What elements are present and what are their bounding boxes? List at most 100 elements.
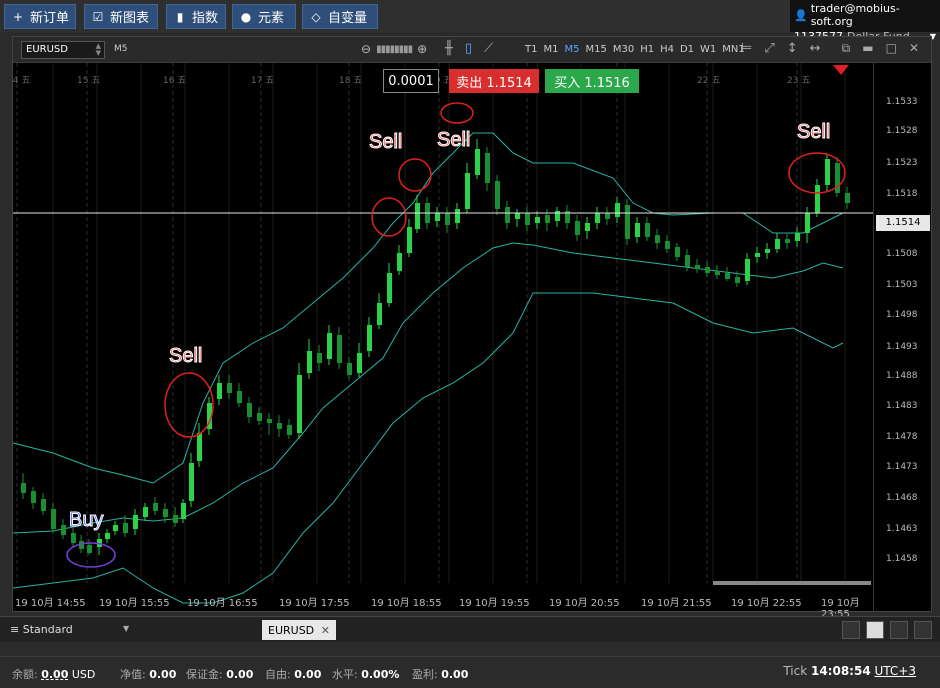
candle-body [347, 363, 352, 375]
trendline-icon[interactable]: ⤢ [764, 41, 774, 56]
price-tick: 1.1518 [886, 189, 918, 199]
spread-field[interactable]: 0.0001 [383, 69, 439, 93]
horizontal-scrollbar[interactable] [713, 581, 871, 585]
candle-body [397, 253, 402, 271]
buy-annotation: Buy [68, 509, 104, 532]
tf-d1[interactable]: D1 [680, 44, 694, 55]
candle-type-icon[interactable]: ▯ [465, 41, 472, 56]
user-icon: 👤 [794, 8, 808, 22]
candle-body [367, 325, 372, 351]
candle-body [795, 233, 800, 241]
new-chart-button[interactable]: ☑ 新图表 [84, 4, 158, 29]
profit: 盈利: 0.00 [412, 668, 469, 681]
tf-m15[interactable]: M15 [585, 44, 606, 55]
candle-body [605, 213, 610, 219]
rows-layout-icon[interactable] [914, 621, 932, 639]
tf-w1[interactable]: W1 [700, 44, 716, 55]
candle-body [785, 239, 790, 243]
line-type-icon[interactable]: ⟋ [484, 41, 493, 56]
tf-m30[interactable]: M30 [613, 44, 634, 55]
bar-chart-icon: ▮ [176, 9, 184, 24]
minimize-icon[interactable]: ▬ [862, 41, 873, 56]
date-tick: 14 五 [13, 76, 30, 86]
elements-button[interactable]: ● 元素 [232, 4, 296, 29]
maximize-icon[interactable]: □ [886, 41, 897, 56]
time-tick: 19 10月 19:55 [459, 598, 530, 609]
zoom-in-icon[interactable]: ⊕ [417, 42, 427, 56]
candle-body [113, 525, 118, 531]
candle-body [765, 249, 770, 253]
candle-body [535, 217, 540, 223]
time-tick: 19 10月 18:55 [371, 598, 442, 609]
candle-body [715, 271, 720, 275]
bar-type-icon[interactable]: ╫ [445, 41, 453, 56]
price-tick: 1.1468 [886, 493, 918, 503]
candle-body [123, 523, 128, 533]
price-tick: 1.1483 [886, 401, 918, 411]
buy-button[interactable]: 买入 1.1516 [545, 69, 639, 93]
spinner-icon[interactable]: ▲ ▼ [96, 43, 101, 57]
candle-body [387, 273, 392, 303]
current-price-label: 1.1514 [876, 215, 930, 231]
new-order-button[interactable]: + 新订单 [4, 4, 76, 29]
candle-body [61, 525, 66, 535]
candle-body [545, 215, 550, 223]
margin-level: 水平: 0.00% [332, 668, 400, 681]
layout-name: Standard [22, 623, 73, 636]
candle-body [71, 533, 76, 543]
candle-body [327, 333, 332, 359]
sell-circle [398, 158, 432, 192]
zoom-out-icon[interactable]: ⊖ [361, 42, 371, 56]
candle-body [755, 253, 760, 257]
tf-h1[interactable]: H1 [640, 44, 654, 55]
timeframe-tabs: T1 M1 M5 M15 M30 H1 H4 D1 W1 MN1 [525, 44, 745, 55]
symbol-select[interactable]: EURUSD ▲ ▼ [21, 41, 105, 59]
candle-body [415, 203, 420, 229]
grid-layout-icon[interactable] [866, 621, 884, 639]
tf-h4[interactable]: H4 [660, 44, 674, 55]
time-tick: 19 10月 15:55 [99, 598, 170, 609]
candle-body [515, 213, 520, 219]
variables-button[interactable]: ◇ 自变量 [302, 4, 378, 29]
timezone-select[interactable]: UTC+3 [875, 664, 916, 678]
zoom-slider[interactable]: ▮▮▮▮▮▮▮▮ [376, 44, 413, 55]
margin: 保证金: 0.00 [186, 668, 254, 681]
time-tick: 19 10月 16:55 [187, 598, 258, 609]
price-tick: 1.1503 [886, 280, 918, 290]
horizontal-line-icon[interactable]: ↔ [810, 41, 821, 56]
chart-type-tools: ╫ ▯ ⟋ [445, 41, 493, 56]
candle-body [475, 149, 480, 175]
sell-button[interactable]: 卖出 1.1514 [449, 69, 539, 93]
time-tick: 19 10月 14:55 [15, 598, 86, 609]
chevron-down-icon[interactable]: ▼ [123, 624, 129, 633]
candle-body [575, 221, 580, 235]
detach-icon[interactable]: ⧉ [842, 41, 851, 56]
balance: 余额: 0.00 USD [12, 668, 96, 681]
close-icon[interactable]: ✕ [909, 41, 919, 56]
tf-t1[interactable]: T1 [525, 44, 537, 55]
symbol-tab[interactable]: EURUSD ✕ [262, 620, 336, 640]
server-clock: Tick 14:08:54 UTC+3 [783, 664, 916, 678]
layout-select-icon[interactable]: ≡ Standard [10, 623, 73, 636]
time-tick: 19 10月 20:55 [549, 598, 620, 609]
candle-body [257, 413, 262, 421]
free-margin: 自由: 0.00 [265, 668, 322, 681]
candle-body [337, 335, 342, 363]
tf-m5[interactable]: M5 [564, 44, 579, 55]
price-tick: 1.1523 [886, 158, 918, 168]
tf-m1[interactable]: M1 [543, 44, 558, 55]
vertical-line-icon[interactable]: ↕ [787, 41, 798, 56]
main-toolbar: + 新订单 ☑ 新图表 ▮ 指数 ● 元素 ◇ 自变量 👤 trader@mobi… [0, 0, 940, 43]
account-panel[interactable]: 👤trader@mobius-soft.org 1137577Dollar Fu… [790, 0, 940, 43]
candle-body [41, 499, 46, 511]
candle-body [675, 247, 680, 257]
single-layout-icon[interactable] [842, 621, 860, 639]
close-tab-icon[interactable]: ✕ [321, 624, 330, 637]
indicators-button[interactable]: ▮ 指数 [166, 4, 226, 29]
candle-body [51, 509, 56, 529]
fibonacci-icon[interactable]: ⊨ [741, 41, 752, 56]
date-tick: 22 五 [697, 76, 720, 86]
columns-layout-icon[interactable] [890, 621, 908, 639]
candle-body [163, 509, 168, 517]
price-tick: 1.1498 [886, 310, 918, 320]
